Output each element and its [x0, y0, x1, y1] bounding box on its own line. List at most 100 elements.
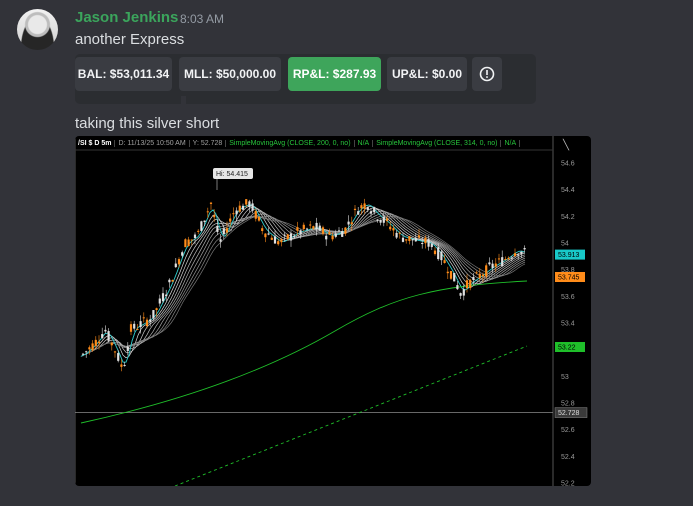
candle-body	[337, 230, 341, 232]
candle-body	[168, 279, 171, 283]
candle-body	[113, 351, 117, 353]
candle-body	[347, 221, 350, 225]
candle-body	[472, 276, 475, 281]
candle-body	[325, 235, 328, 240]
candle-body	[206, 211, 209, 213]
candle-body	[497, 258, 501, 260]
candle-body	[417, 235, 421, 238]
candle-body	[398, 232, 401, 234]
candle-body	[293, 235, 296, 237]
candle-body	[357, 211, 360, 215]
price-axis-label: 52.6	[561, 427, 575, 434]
candle-body	[110, 342, 113, 346]
price-axis-label: 53.4	[561, 321, 575, 328]
cyan-price-marker-label: 53.913	[558, 252, 580, 259]
candle-body	[459, 293, 462, 296]
chart-image[interactable]: /SI $ D 5m D: 11/13/25 10:50 AM Y: 52.72…	[75, 136, 591, 486]
candle-body	[395, 232, 398, 238]
candle-body	[344, 227, 347, 234]
green-price-marker-label: 53.22	[558, 345, 576, 352]
candle-body	[520, 251, 523, 254]
candle-body	[190, 239, 193, 241]
candle-body	[523, 248, 526, 250]
candle-body	[101, 334, 104, 338]
candle-body	[267, 233, 270, 235]
candle-body	[126, 346, 129, 352]
candle-body	[321, 227, 325, 234]
candle-body	[465, 280, 469, 289]
candle-body	[485, 265, 488, 277]
price-axis-label: 52.8	[561, 401, 575, 408]
rpl-button[interactable]: RP&L: $287.93	[288, 57, 381, 91]
price-axis-label: 54.2	[561, 214, 575, 221]
candle-body	[440, 251, 443, 261]
candle-body	[379, 220, 382, 223]
candle-body	[401, 237, 405, 242]
candle-body	[245, 199, 248, 205]
hi-label-text: Hi: 54.415	[216, 171, 248, 178]
sma314-line	[174, 345, 528, 486]
balance-button[interactable]: BAL: $53,011.34	[75, 57, 172, 91]
candle-body	[251, 203, 254, 211]
candle-body	[382, 216, 385, 223]
candle-body	[171, 280, 174, 282]
candle-body	[161, 293, 165, 302]
alert-circle-icon	[479, 66, 495, 82]
candle-body	[446, 271, 449, 274]
price-axis-label: 54.4	[561, 187, 575, 194]
candle-body	[488, 262, 491, 265]
candle-body	[443, 260, 446, 264]
candle-body	[478, 273, 481, 279]
sma200-line	[80, 280, 528, 424]
candle-body	[91, 343, 94, 351]
candle-body	[219, 239, 222, 242]
candle-body	[437, 247, 440, 260]
candle-body	[513, 253, 517, 256]
candle-body	[187, 239, 190, 246]
candle-body	[494, 263, 497, 267]
candle-body	[209, 202, 213, 204]
candle-body	[107, 331, 110, 341]
zoom-icon: ╲	[562, 138, 570, 151]
candle-body	[411, 239, 414, 241]
candle-body	[449, 271, 453, 279]
candle-body	[155, 308, 158, 310]
candle-body	[363, 203, 366, 209]
candle-body	[507, 257, 510, 260]
candle-body	[241, 205, 245, 210]
price-chart: 54.654.454.25453.853.653.453.25352.852.6…	[75, 136, 588, 486]
candle-body	[433, 250, 437, 255]
candle-body	[238, 205, 241, 212]
candle-body	[283, 234, 286, 236]
candle-body	[296, 227, 299, 231]
alert-circle-button[interactable]	[472, 57, 502, 91]
candle-body	[270, 237, 273, 240]
candle-body	[97, 341, 101, 344]
candle-body	[414, 238, 417, 242]
candle-body	[481, 274, 485, 277]
candle-body	[129, 324, 133, 332]
price-axis-label: 53.6	[561, 294, 575, 301]
upl-button[interactable]: UP&L: $0.00	[387, 57, 467, 91]
timestamp: 8:03 AM	[180, 12, 225, 26]
candle-body	[248, 201, 251, 208]
avatar[interactable]	[17, 9, 58, 50]
username[interactable]: Jason Jenkins	[75, 9, 178, 26]
mll-button[interactable]: MLL: $50,000.00	[179, 57, 281, 91]
candle-body	[392, 228, 395, 231]
candle-body	[491, 263, 494, 268]
candle-body	[225, 228, 229, 233]
candle-body	[360, 205, 363, 209]
candle-body	[305, 228, 309, 230]
candle-body	[280, 239, 283, 243]
candle-body	[213, 215, 216, 218]
candle-body	[261, 228, 264, 232]
price-axis-label: 54.6	[561, 161, 575, 168]
candle-body	[456, 285, 459, 290]
candle-body	[430, 243, 433, 248]
crosshair-price-label: 52.728	[558, 410, 580, 417]
candle-body	[257, 216, 261, 221]
candle-body	[88, 347, 91, 350]
price-axis-label: 53	[561, 374, 569, 381]
candle-body	[385, 218, 389, 221]
